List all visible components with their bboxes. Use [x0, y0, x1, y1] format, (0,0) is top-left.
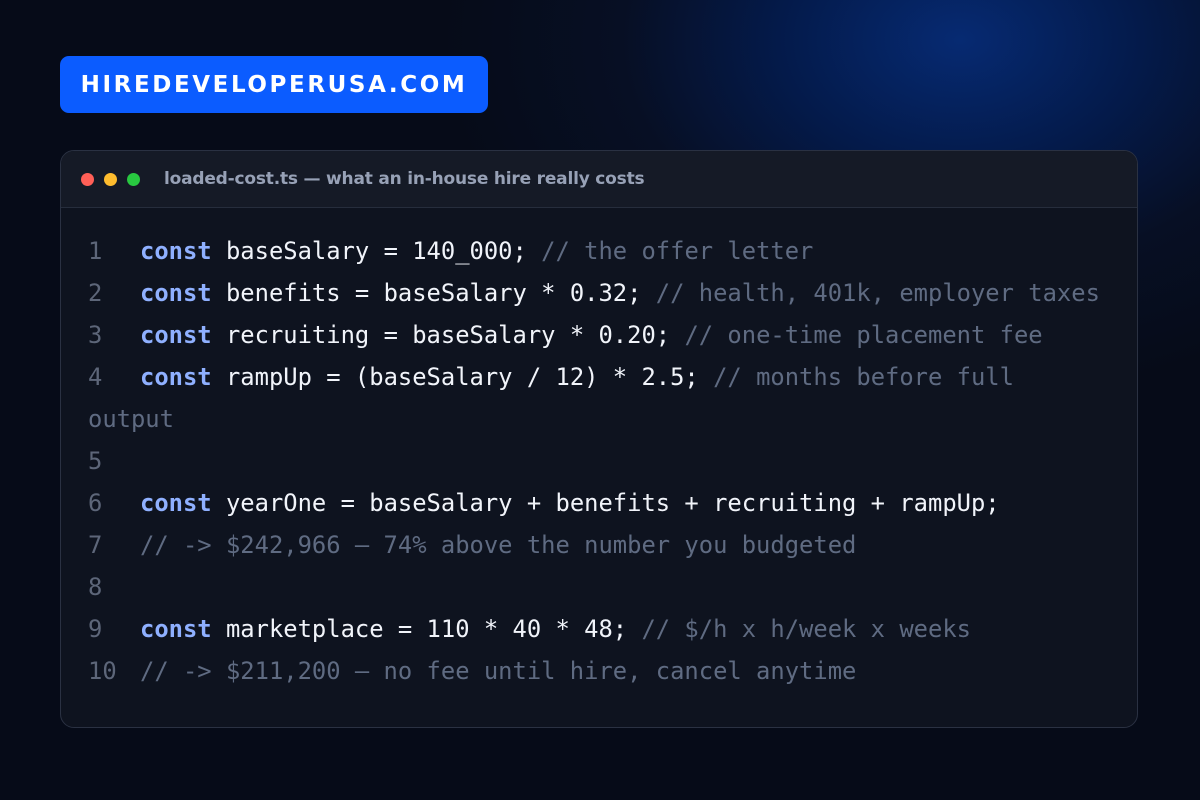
code-line-wrap: output [88, 398, 1128, 440]
line-number: 7 [88, 531, 103, 559]
code-line: 4 const rampUp = (baseSalary / 12) * 2.5;… [88, 356, 1128, 398]
window-titlebar: loaded-cost.ts — what an in-house hire r… [61, 151, 1137, 208]
minimize-dot-icon[interactable] [104, 172, 117, 186]
code-comment: // -> $211,200 — no fee until hire, canc… [140, 657, 857, 685]
line-number: 8 [88, 573, 103, 601]
code-line: 2 const benefits = baseSalary * 0.32; // … [88, 272, 1128, 314]
brand-badge[interactable]: HIREDEVELOPERUSA.COM [60, 56, 488, 113]
line-number: 6 [88, 489, 103, 517]
keyword: const [140, 363, 212, 391]
code-comment: // the offer letter [541, 237, 814, 265]
code-line: 3 const recruiting = baseSalary * 0.20; /… [88, 314, 1128, 356]
code-line: 10 // -> $211,200 — no fee until hire, ca… [88, 650, 1128, 692]
code-text: benefits = baseSalary * 0.32; [211, 279, 656, 307]
code-window: loaded-cost.ts — what an in-house hire r… [60, 150, 1138, 728]
code-line: 6 const yearOne = baseSalary + benefits +… [88, 482, 1128, 524]
code-text: recruiting = baseSalary * 0.20; [211, 321, 685, 349]
code-line: 8 [88, 566, 1128, 608]
line-number: 3 [88, 321, 103, 349]
code-comment: // months before full [713, 363, 1014, 391]
code-text: baseSalary = 140_000; [211, 237, 542, 265]
close-dot-icon[interactable] [81, 172, 94, 186]
line-number: 9 [88, 615, 103, 643]
code-comment: // one-time placement fee [684, 321, 1043, 349]
code-line: 5 [88, 440, 1128, 482]
code-line: 7 // -> $242,966 — 74% above the number y… [88, 524, 1128, 566]
keyword: const [140, 615, 212, 643]
code-text: yearOne = baseSalary + benefits + recrui… [211, 489, 1000, 517]
window-title: loaded-cost.ts — what an in-house hire r… [164, 169, 645, 189]
code-comment: // health, 401k, employer taxes [655, 279, 1100, 307]
keyword: const [140, 279, 212, 307]
line-number: 10 [88, 657, 117, 685]
keyword: const [140, 489, 212, 517]
code-text: rampUp = (baseSalary / 12) * 2.5; [211, 363, 714, 391]
maximize-dot-icon[interactable] [127, 172, 140, 186]
code-comment: output [88, 405, 174, 433]
code-comment: // $/h x h/week x weeks [641, 615, 971, 643]
code-line: 1 const baseSalary = 140_000; // the offe… [88, 230, 1128, 272]
line-number: 2 [88, 279, 103, 307]
line-number: 4 [88, 363, 103, 391]
code-comment: // -> $242,966 — 74% above the number yo… [140, 531, 857, 559]
line-number: 1 [88, 237, 103, 265]
keyword: const [140, 237, 212, 265]
keyword: const [140, 321, 212, 349]
line-number: 5 [88, 447, 103, 475]
code-text: marketplace = 110 * 40 * 48; [211, 615, 642, 643]
code-editor[interactable]: 1 const baseSalary = 140_000; // the offe… [88, 230, 1128, 692]
code-line: 9 const marketplace = 110 * 40 * 48; // $… [88, 608, 1128, 650]
